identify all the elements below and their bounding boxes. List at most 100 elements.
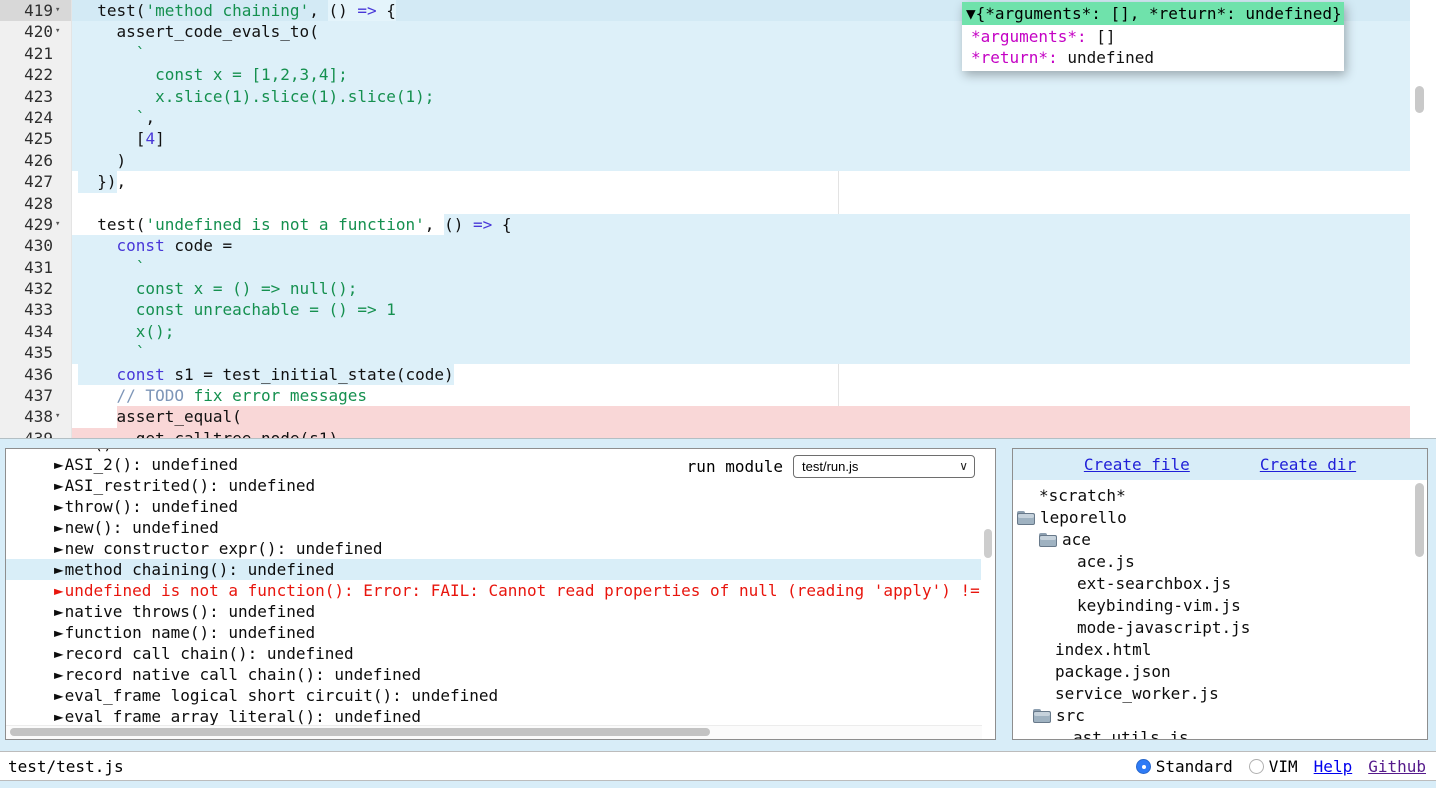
code-line-431: 431 ` bbox=[0, 257, 1410, 278]
line-number: 437 bbox=[3, 385, 53, 406]
expand-arrow-icon[interactable]: ► bbox=[54, 581, 64, 600]
code-line-content[interactable]: ` bbox=[72, 257, 1410, 278]
github-link[interactable]: Github bbox=[1368, 757, 1426, 776]
code-line-content[interactable]: // TODO fix error messages bbox=[72, 385, 1410, 406]
expand-arrow-icon[interactable]: ► bbox=[54, 476, 64, 495]
folder-icon bbox=[1039, 533, 1058, 547]
gutter-cell: 423 bbox=[0, 86, 72, 107]
expand-arrow-icon[interactable]: ► bbox=[54, 455, 64, 474]
result-item[interactable]: ►throw(): undefined bbox=[6, 496, 981, 517]
code-line-content[interactable]: ) bbox=[72, 150, 1410, 171]
code-line-content[interactable]: const x = () => null(); bbox=[72, 278, 1410, 299]
current-file-label: test/test.js bbox=[8, 757, 124, 776]
code-token: => bbox=[473, 214, 492, 235]
radio-unselected-icon[interactable] bbox=[1249, 759, 1264, 774]
expand-arrow-icon[interactable]: ► bbox=[54, 602, 64, 621]
radio-selected-icon[interactable] bbox=[1136, 759, 1151, 774]
tree-item[interactable]: leporello bbox=[1013, 507, 1413, 529]
fold-widget-icon[interactable]: ▾ bbox=[53, 0, 71, 21]
tree-item[interactable]: ext-searchbox.js bbox=[1013, 573, 1413, 595]
tree-item[interactable]: index.html bbox=[1013, 639, 1413, 661]
expand-arrow-icon[interactable]: ► bbox=[54, 686, 64, 705]
fold-widget-icon[interactable]: ▾ bbox=[53, 214, 71, 235]
result-item[interactable]: ►undefined is not a function(): Error: F… bbox=[6, 580, 981, 601]
code-line-content[interactable]: `, bbox=[72, 107, 1410, 128]
module-select[interactable]: test/run.js ∨ bbox=[793, 455, 975, 478]
tree-vscrollbar-thumb[interactable] bbox=[1415, 483, 1424, 557]
fold-widget-icon[interactable]: ▾ bbox=[53, 21, 71, 42]
result-item[interactable]: ►eval_frame array_literal(): undefined bbox=[6, 706, 981, 726]
code-token: const x = [1,2,3,4]; bbox=[78, 64, 348, 85]
code-line-content[interactable]: get_calltree_node(s1) bbox=[72, 428, 1410, 439]
keybinding-vim-option[interactable]: VIM bbox=[1249, 757, 1298, 776]
code-editor[interactable]: 419▾ test('method chaining', () => {420▾… bbox=[0, 0, 1436, 439]
code-line-content[interactable]: test('undefined is not a function', () =… bbox=[72, 214, 1410, 235]
code-line-content[interactable]: x(); bbox=[72, 321, 1410, 342]
tree-item[interactable]: package.json bbox=[1013, 661, 1413, 683]
code-line-content[interactable]: [4] bbox=[72, 128, 1410, 149]
code-line-content[interactable]: const code = bbox=[72, 235, 1410, 256]
results-hscrollbar-thumb[interactable] bbox=[10, 728, 710, 736]
fold-widget-icon[interactable]: ▾ bbox=[53, 406, 71, 427]
result-label: native throws(): undefined bbox=[65, 602, 315, 621]
result-item[interactable]: ►eval_frame logical short circuit(): und… bbox=[6, 685, 981, 706]
tree-item[interactable]: mode-javascript.js bbox=[1013, 617, 1413, 639]
gutter-cell: 436 bbox=[0, 364, 72, 385]
create-file-link[interactable]: Create file bbox=[1084, 455, 1190, 474]
line-number: 429 bbox=[3, 214, 53, 235]
result-item[interactable]: ►native throws(): undefined bbox=[6, 601, 981, 622]
code-token: ` bbox=[78, 107, 145, 128]
code-token: get_calltree_node(s1) bbox=[78, 428, 338, 439]
inspector-value: undefined bbox=[1058, 48, 1154, 67]
expand-arrow-icon[interactable]: ► bbox=[54, 644, 64, 663]
keybinding-standard-option[interactable]: Standard bbox=[1136, 757, 1233, 776]
expand-arrow-icon[interactable]: ► bbox=[54, 539, 64, 558]
tree-vscrollbar-track bbox=[1414, 483, 1425, 737]
code-line-content[interactable]: ` bbox=[72, 342, 1410, 363]
result-item[interactable]: ►function name(): undefined bbox=[6, 622, 981, 643]
create-dir-link[interactable]: Create dir bbox=[1260, 455, 1356, 474]
code-line-content[interactable]: x.slice(1).slice(1).slice(1); bbox=[72, 86, 1410, 107]
code-line-content[interactable]: const unreachable = () => 1 bbox=[72, 299, 1410, 320]
result-item[interactable]: ►method chaining(): undefined bbox=[6, 559, 981, 580]
code-line-content[interactable] bbox=[72, 193, 1410, 214]
help-link[interactable]: Help bbox=[1314, 757, 1353, 776]
expand-arrow-icon[interactable]: ► bbox=[54, 518, 64, 537]
result-item[interactable]: ►new(): undefined bbox=[6, 517, 981, 538]
expand-arrow-icon[interactable]: ► bbox=[54, 707, 64, 726]
result-item[interactable]: ►ASI_restrited(): undefined bbox=[6, 475, 981, 496]
code-token: { bbox=[492, 214, 511, 235]
code-line-content[interactable]: }), bbox=[72, 171, 1410, 192]
result-label: eval_frame logical short circuit(): unde… bbox=[65, 686, 498, 705]
result-item[interactable]: ►new constructor expr(): undefined bbox=[6, 538, 981, 559]
gutter-cell: 438▾ bbox=[0, 406, 72, 427]
expand-arrow-icon[interactable]: ► bbox=[54, 665, 64, 684]
code-token: const unreachable = () => 1 bbox=[78, 299, 396, 320]
tree-item[interactable]: src bbox=[1013, 705, 1413, 727]
tree-item[interactable]: *scratch* bbox=[1013, 485, 1413, 507]
code-line-content[interactable]: assert_equal( bbox=[72, 406, 1410, 427]
result-label: record call chain(): undefined bbox=[65, 644, 354, 663]
result-item[interactable]: ►record native call chain(): undefined bbox=[6, 664, 981, 685]
gutter-cell: 432 bbox=[0, 278, 72, 299]
tree-item[interactable]: ace bbox=[1013, 529, 1413, 551]
tree-item[interactable]: ast_utils.js bbox=[1013, 727, 1413, 739]
tree-item[interactable]: service_worker.js bbox=[1013, 683, 1413, 705]
result-item[interactable]: ►record call chain(): undefined bbox=[6, 643, 981, 664]
inspector-header[interactable]: ▼{*arguments*: [], *return*: undefined} bbox=[962, 2, 1344, 25]
expand-arrow-icon[interactable]: ► bbox=[54, 497, 64, 516]
result-label: eval_frame array_literal(): undefined bbox=[65, 707, 421, 726]
expand-arrow-icon[interactable]: ► bbox=[54, 623, 64, 642]
editor-scrollbar-thumb[interactable] bbox=[1415, 86, 1424, 113]
gutter-cell: 431 bbox=[0, 257, 72, 278]
expand-arrow-icon[interactable]: ► bbox=[54, 449, 64, 453]
code-line-435: 435 ` bbox=[0, 342, 1410, 363]
code-token: , bbox=[425, 214, 444, 235]
code-line-436: 436 const s1 = test_initial_state(code) bbox=[0, 364, 1410, 385]
expand-arrow-icon[interactable]: ► bbox=[54, 560, 64, 579]
tree-item[interactable]: ace.js bbox=[1013, 551, 1413, 573]
code-line-content[interactable]: const s1 = test_initial_state(code) bbox=[72, 364, 1410, 385]
tree-item[interactable]: keybinding-vim.js bbox=[1013, 595, 1413, 617]
tree-item-label: ast_utils.js bbox=[1073, 727, 1189, 739]
results-vscrollbar-thumb[interactable] bbox=[984, 529, 992, 558]
